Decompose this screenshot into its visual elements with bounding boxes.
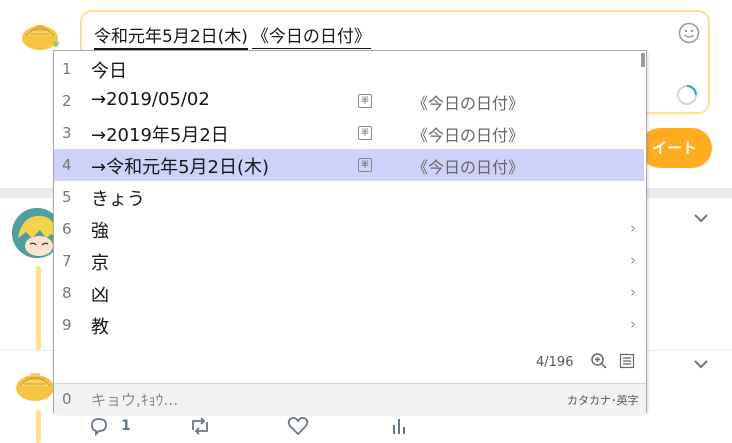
candidate-number: 5 [62,188,72,206]
candidate-text: →2019/05/02 [91,89,210,110]
retweet-icon[interactable] [188,416,212,440]
candidate-row[interactable]: 3 →2019年5月2日 半 《今日の日付》 [54,117,644,149]
progress-ring-icon [676,84,698,110]
compose-text[interactable]: 令和元年5月2日(木) 《今日の日付》 [94,22,371,50]
footer-mode: カタカナ･英字 [567,394,639,407]
chevron-right-icon: › [630,251,636,269]
chevron-right-icon: › [630,315,636,333]
candidate-text: 教 [91,317,109,338]
footer-reading: キョウ,ｷｮｳ… [91,391,179,409]
tweet-button-label: イート [652,139,698,157]
list-icon[interactable] [619,353,635,373]
candidate-row[interactable]: 2 →2019/05/02 半 《今日の日付》 [54,85,644,117]
candidate-text: →令和元年5月2日(木) [91,157,270,178]
candidate-row[interactable]: 8 凶 › [54,277,644,309]
candidate-row[interactable]: 9 教 › [54,309,644,341]
ime-footer: 0 キョウ,ｷｮｳ… カタカナ･英字 [54,383,646,414]
candidate-text: きょう [91,189,145,210]
candidate-text: 強 [91,221,109,242]
tweet-avatar-2[interactable] [12,364,58,404]
halfwidth-badge-icon: 半 [358,126,372,140]
analytics-icon[interactable] [389,416,409,440]
user-avatar[interactable] [18,14,62,54]
halfwidth-badge-icon: 半 [358,158,372,172]
candidate-note: 《今日の日付》 [412,126,525,145]
candidate-number: 1 [62,60,72,78]
candidate-number: 9 [62,316,72,334]
candidate-text: 凶 [91,285,109,306]
footer-number: 0 [62,390,72,408]
candidate-row[interactable]: 6 強 › [54,213,644,245]
thread-line-2 [36,410,41,443]
zoom-in-icon[interactable] [590,352,608,374]
melonpan-turtle-icon [22,25,59,50]
chevron-right-icon: › [630,283,636,301]
candidate-number: 3 [62,124,72,142]
candidate-number: 7 [62,252,72,270]
candidate-number: 2 [62,92,72,110]
candidate-row[interactable]: 1 今日 [54,53,644,85]
reply-icon[interactable] [88,416,110,440]
tweet-button[interactable]: イート [640,128,712,168]
candidate-row[interactable]: 5 きょう [54,181,644,213]
candidate-count: 4/196 [536,355,574,370]
candidate-text: →2019年5月2日 [91,125,229,146]
candidate-number: 8 [62,284,72,302]
compose-text-converted: 令和元年5月2日(木) [94,27,248,50]
compose-text-pending: 《今日の日付》 [251,27,371,49]
candidate-text: 京 [91,253,109,274]
candidate-text: 今日 [91,61,127,82]
reply-count: 1 [121,418,131,434]
candidate-number: 4 [62,156,72,174]
chevron-down-icon[interactable] [692,210,710,229]
candidate-row[interactable]: 7 京 › [54,245,644,277]
candidate-note: 《今日の日付》 [412,158,525,177]
candidate-row-selected[interactable]: 4 →令和元年5月2日(木) 半 《今日の日付》 [54,149,644,181]
chevron-right-icon: › [630,219,636,237]
ime-candidate-window[interactable]: 1 今日 2 →2019/05/02 半 《今日の日付》 3 →2019年5月2… [53,50,647,414]
thread-line [36,266,41,350]
chevron-down-icon[interactable] [692,356,710,375]
candidate-note: 《今日の日付》 [412,94,525,113]
candidate-number: 6 [62,220,72,238]
emoji-icon[interactable] [678,22,700,48]
like-icon[interactable] [287,416,309,440]
melonpan-turtle-icon [16,373,54,401]
halfwidth-badge-icon: 半 [358,94,372,108]
